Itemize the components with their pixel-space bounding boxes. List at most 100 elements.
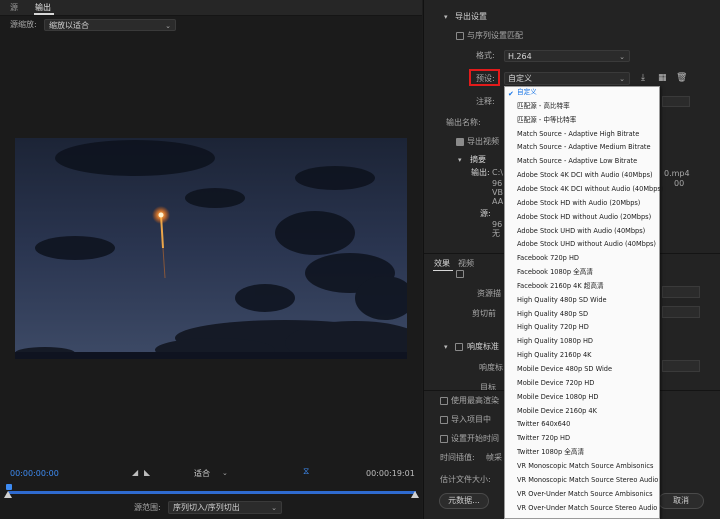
panel-row-2: 剪切前: [472, 309, 496, 318]
metadata-button[interactable]: 元数据...: [439, 493, 489, 509]
time-interpolation-value[interactable]: 帧采: [486, 454, 502, 462]
chevron-down-icon: ⌄: [619, 53, 625, 61]
tab-video[interactable]: 视频: [458, 260, 474, 268]
export-frame-icon[interactable]: ⧖: [303, 467, 309, 477]
collapse-triangle-icon[interactable]: ▾: [444, 343, 448, 351]
match-sequence-checkbox[interactable]: [456, 32, 464, 40]
active-tab-indicator: [34, 13, 54, 15]
chevron-down-icon: ⌄: [165, 22, 171, 30]
preset-menu-item[interactable]: Mobile Device 720p HD: [517, 380, 594, 387]
timeline-scrubber[interactable]: [8, 491, 416, 494]
export-video-label: 导出视频: [467, 137, 499, 146]
tab-effects[interactable]: 效果: [434, 260, 450, 268]
preset-menu-item[interactable]: 匹配源 - 中等比特率: [517, 117, 576, 124]
source-range-dropdown[interactable]: 序列切入/序列切出 ⌄: [168, 501, 282, 514]
collapse-triangle-icon[interactable]: ▾: [458, 156, 462, 164]
preset-menu-item[interactable]: High Quality 1080p HD: [517, 338, 593, 345]
playhead[interactable]: [6, 484, 12, 490]
output-summary-label: 输出:: [471, 168, 490, 177]
preset-menu-item[interactable]: Mobile Device 480p SD Wide: [517, 366, 612, 373]
preset-label-highlight: [469, 69, 500, 86]
timecode-end: 00:00:19:01: [366, 469, 415, 478]
video-preview: [15, 138, 407, 359]
tab-source[interactable]: 源: [10, 4, 18, 12]
preset-menu-item[interactable]: 自定义: [517, 89, 537, 96]
preset-menu-item[interactable]: Adobe Stock HD without Audio (20Mbps): [517, 214, 651, 221]
fit-dropdown-value[interactable]: 适合: [194, 470, 210, 478]
set-start-time-checkbox[interactable]: [440, 435, 448, 443]
preset-menu-item[interactable]: Adobe Stock UHD without Audio (40Mbps): [517, 241, 656, 248]
panel-row-1: 资源描: [477, 289, 501, 298]
source-range-label: 源范围:: [134, 503, 161, 512]
preset-menu-item[interactable]: Adobe Stock 4K DCI without Audio (40Mbps…: [517, 186, 663, 193]
effect-checkbox[interactable]: [456, 270, 464, 278]
cancel-button[interactable]: 取消: [658, 493, 704, 509]
preset-menu-item[interactable]: High Quality 480p SD Wide: [517, 297, 607, 304]
import-project-label: 导入项目中: [451, 415, 491, 424]
preset-menu-item[interactable]: Twitter 720p HD: [517, 435, 570, 442]
format-dropdown[interactable]: H.264 ⌄: [504, 50, 630, 62]
preset-menu-item[interactable]: VR Over-Under Match Source Stereo Audio: [517, 504, 657, 512]
preset-menu-item[interactable]: Facebook 720p HD: [517, 255, 579, 262]
collapse-triangle-icon[interactable]: ▾: [444, 13, 448, 21]
output-name-label: 输出名称:: [446, 118, 481, 127]
save-preset-icon[interactable]: ⤓: [641, 73, 645, 83]
source-line-2: 无: [492, 229, 500, 238]
preset-value: 自定义: [508, 74, 532, 83]
estimated-size-label: 估计文件大小:: [440, 475, 491, 484]
chevron-down-icon[interactable]: ⌄: [222, 469, 228, 477]
tab-output[interactable]: 输出: [35, 4, 51, 12]
preset-menu-item[interactable]: VR Over-Under Match Source Ambisonics: [517, 491, 653, 498]
output-line-4: AA: [492, 197, 504, 206]
active-tab-indicator: [433, 270, 453, 271]
preset-menu-item[interactable]: Adobe Stock HD with Audio (20Mbps): [517, 200, 640, 207]
preset-menu-item[interactable]: Adobe Stock UHD with Audio (40Mbps): [517, 227, 645, 235]
source-summary-label: 源:: [480, 209, 491, 218]
delete-preset-icon[interactable]: 🗑: [676, 73, 687, 83]
source-scaling-dropdown[interactable]: 缩放以适合 ⌄: [44, 19, 176, 31]
preset-menu-item[interactable]: Mobile Device 1080p HD: [517, 394, 598, 401]
import-preset-icon[interactable]: ▦: [658, 73, 667, 83]
mark-in-icon[interactable]: ◢: [132, 468, 138, 477]
comment-input[interactable]: [662, 96, 690, 107]
chevron-down-icon: ⌄: [619, 75, 625, 83]
loudness-checkbox[interactable]: [455, 343, 463, 351]
in-point-handle[interactable]: [4, 491, 12, 498]
preset-menu-item[interactable]: Twitter 640x640: [517, 421, 570, 428]
export-video-checkbox[interactable]: [456, 138, 464, 146]
import-project-checkbox[interactable]: [440, 416, 448, 424]
source-range-value: 序列切入/序列切出: [173, 503, 240, 512]
loudness-standard-label: 响度标: [479, 363, 503, 372]
max-render-label: 使用最高渲染: [451, 396, 499, 405]
preset-menu-item[interactable]: High Quality 2160p 4K: [517, 352, 592, 359]
preset-dropdown-menu: ✔ 自定义 匹配源 - 高比特率 匹配源 - 中等比特率 Match Source -…: [504, 86, 663, 519]
panel-row-2-field[interactable]: [662, 306, 700, 318]
output-right-line-1: 0.mp4: [664, 169, 690, 178]
preset-menu-item[interactable]: High Quality 720p HD: [517, 324, 589, 331]
time-interpolation-label: 时间插值:: [440, 453, 475, 462]
output-right-line-2: 00: [674, 179, 685, 188]
preset-menu-item[interactable]: Facebook 1080p 全高清: [517, 269, 593, 276]
preset-menu-item[interactable]: Adobe Stock 4K DCI with Audio (40Mbps): [517, 172, 653, 179]
preset-dropdown[interactable]: 自定义 ⌄: [504, 72, 630, 85]
preset-menu-item[interactable]: VR Monoscopic Match Source Stereo Audio: [517, 477, 658, 484]
source-scaling-value: 缩放以适合: [49, 21, 89, 30]
preset-menu-item[interactable]: Match Source - Adaptive High Bitrate: [517, 130, 639, 138]
format-label: 格式:: [476, 51, 495, 60]
preset-menu-item[interactable]: Match Source - Adaptive Low Bitrate: [517, 158, 637, 165]
preset-menu-item[interactable]: 匹配源 - 高比特率: [517, 103, 570, 110]
panel-row-1-field[interactable]: [662, 286, 700, 298]
out-point-handle[interactable]: [411, 491, 419, 498]
mark-out-icon[interactable]: ◣: [144, 468, 150, 477]
max-render-checkbox[interactable]: [440, 397, 448, 405]
timecode-start[interactable]: 00:00:00:00: [10, 470, 59, 478]
preset-menu-item[interactable]: VR Monoscopic Match Source Ambisonics: [517, 463, 653, 470]
preset-menu-item[interactable]: Mobile Device 2160p 4K: [517, 407, 597, 415]
preset-menu-item[interactable]: Match Source - Adaptive Medium Bitrate: [517, 144, 651, 151]
preset-menu-item[interactable]: High Quality 480p SD: [517, 310, 588, 318]
output-line-2: 96: [492, 179, 503, 188]
loudness-standard-field[interactable]: [662, 360, 700, 372]
preset-menu-item[interactable]: Twitter 1080p 全高清: [517, 449, 584, 456]
set-start-time-label: 设置开始时间: [451, 434, 499, 443]
preset-menu-item[interactable]: Facebook 2160p 4K 超高清: [517, 283, 604, 290]
